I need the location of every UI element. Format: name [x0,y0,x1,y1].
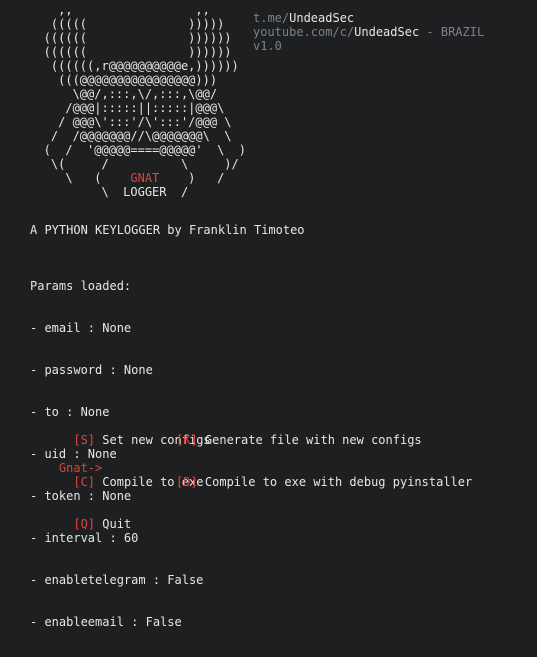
ascii-line: \( / \ )/ [22,157,239,171]
menu-generate-file[interactable]: [K] Generate file with new configs [176,433,422,447]
ascii-line: \@@/,:::,\/,:::,\@@/ [22,87,218,101]
ascii-line: /@@@|:::::||:::::|@@@\ [22,101,225,115]
param-email: - email : None [30,321,132,335]
app-title: A PYTHON KEYLOGGER by Franklin Timoteo [30,223,305,237]
version-label: v1.0 [253,39,282,53]
params-header: Params loaded: [30,279,132,293]
ascii-line: (((((( )))))) [22,45,232,59]
ascii-line: ((((( ))))) [22,17,225,31]
ascii-line: / @@@\':::'/\':::'/@@@ \ [22,115,232,129]
gnat-logo-text: GNAT [130,171,160,185]
ascii-line: \ LOGGER / [22,185,189,199]
param-enabletelegram: - enabletelegram : False [30,573,204,587]
ascii-line: (((((( )))))) [22,31,232,45]
youtube-link: youtube.com/c/UndeadSec - BRAZIL [253,25,485,39]
command-prompt[interactable]: Gnat-> [30,447,109,489]
menu-row-1: [S] Set new configs [K] Generate file wit… [30,419,421,447]
terminal-window: ,, ,, ((((( ))))) (((((( )))))) (((((( )… [0,0,537,629]
ascii-line: (((@@@@@@@@@@@@@@@@))) [22,73,218,87]
social-links: t.me/UndeadSec youtube.com/c/UndeadSec -… [253,11,484,53]
ascii-banner: ,, ,, ((((( ))))) (((((( )))))) (((((( )… [22,3,246,199]
ascii-line: ((((((,r@@@@@@@@@@e,)))))) [22,59,239,73]
menu-compile-debug[interactable]: [D] Compile to exe with debug pyinstalle… [176,475,472,489]
menu-row-3: [Q] Quit [30,503,211,531]
ascii-line: ( / '@@@@@====@@@@@' \ ) [22,143,246,157]
telegram-link: t.me/UndeadSec [253,11,355,25]
param-password: - password : None [30,363,153,377]
ascii-gnat-line: \ ( GNAT ) / [22,171,225,185]
ascii-line: / /@@@@@@@//\@@@@@@@\ \ [22,129,232,143]
ascii-line: ,, ,, [22,3,210,17]
param-enableemail: - enableemail : False [30,615,182,629]
menu-quit[interactable]: [Q] Quit [73,517,131,531]
prompt-label: Gnat-> [58,461,103,475]
